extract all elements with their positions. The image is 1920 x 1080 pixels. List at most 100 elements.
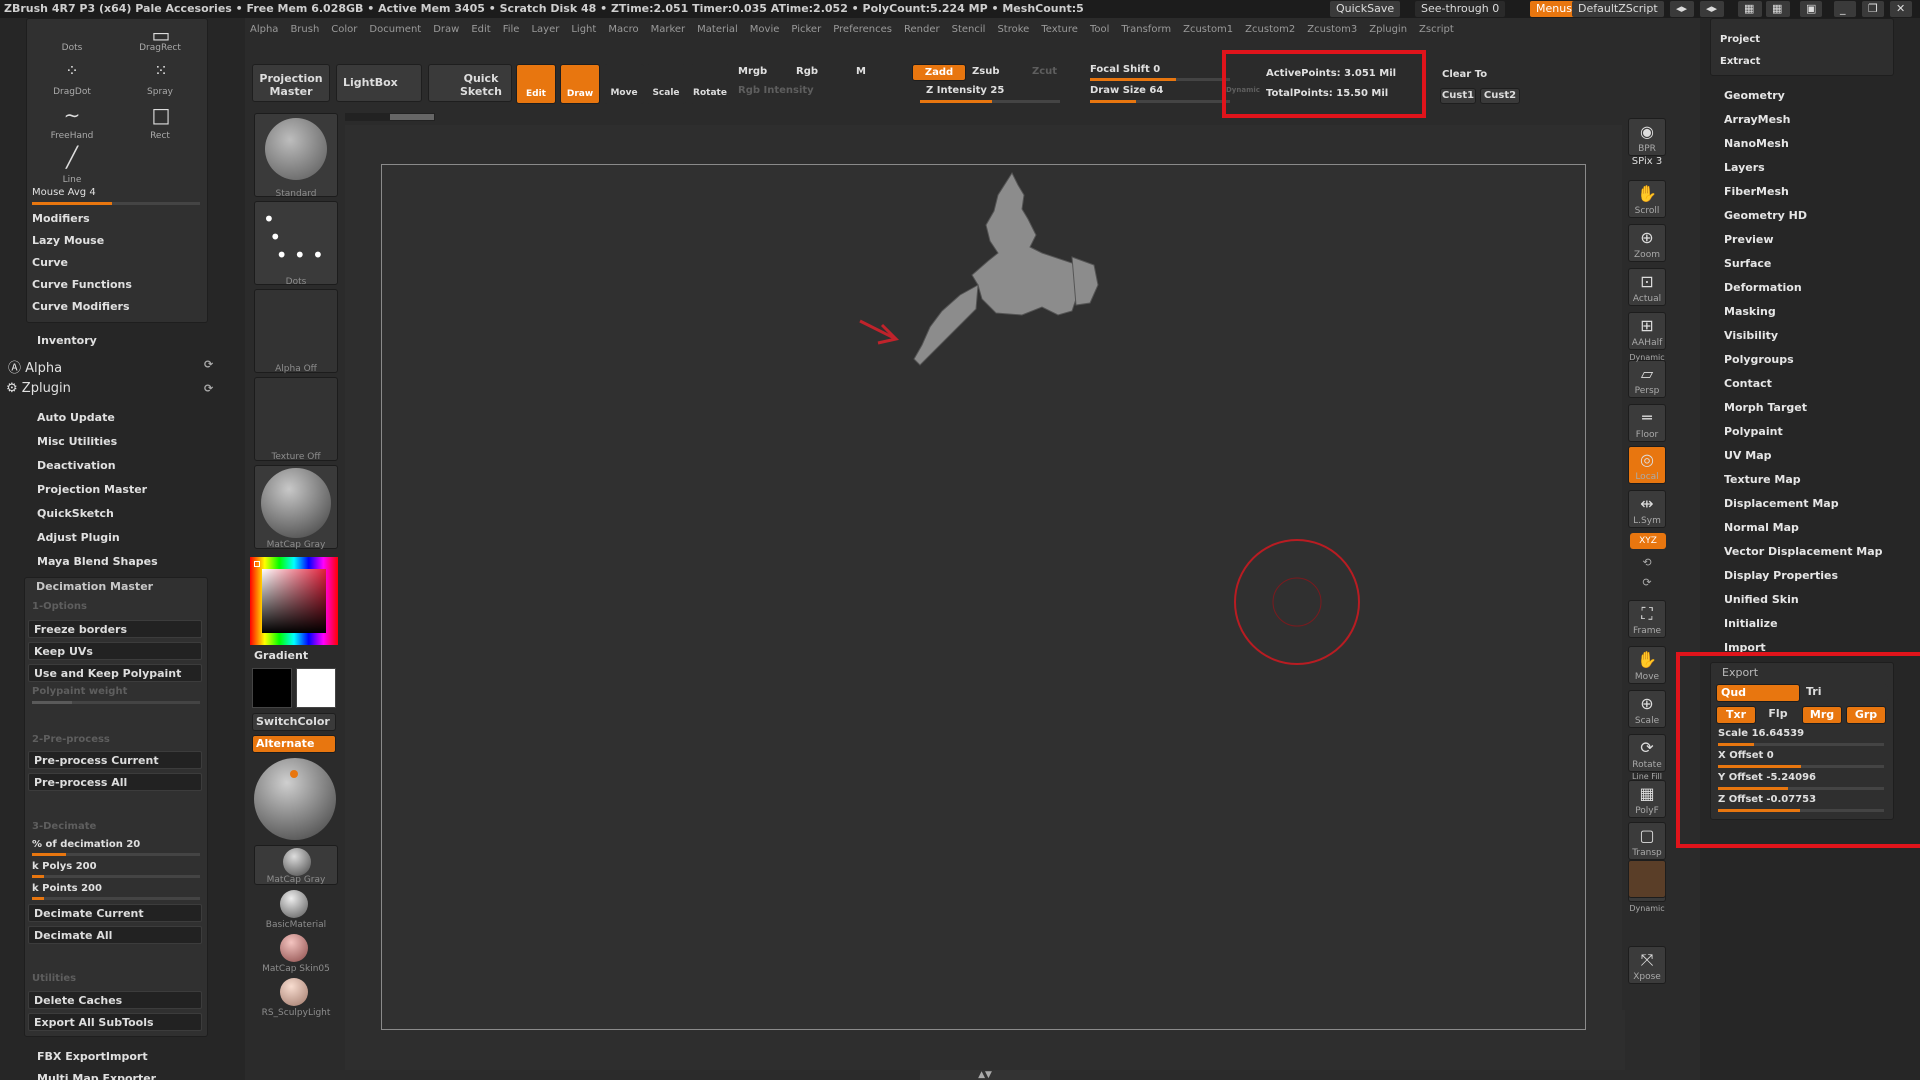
zplugin-menu[interactable]: ⚙ Zplugin (6, 381, 71, 396)
menu-picker[interactable]: Picker (791, 24, 821, 35)
menu-tool[interactable]: Tool (1090, 24, 1109, 35)
z-intensity-track[interactable] (920, 100, 1060, 103)
k-points-track[interactable] (32, 897, 200, 900)
refresh-icon[interactable]: ⟳ (204, 382, 213, 395)
bottom-tray-toggle-icon[interactable]: ▲▼ (920, 1070, 1050, 1080)
menu-zplugin[interactable]: Zplugin (1369, 24, 1407, 35)
nav-icon[interactable]: ◂▸ (1670, 1, 1694, 17)
secondary-color-swatch[interactable] (252, 668, 292, 708)
restore-icon[interactable]: ❐ (1862, 1, 1884, 17)
dots-stroke-tile[interactable]: • • • • • (254, 201, 338, 285)
focal-shift-track[interactable] (1090, 78, 1230, 81)
quick-sketch-button[interactable]: Quick Sketch (428, 64, 512, 102)
tool-top-project[interactable]: Project (1720, 34, 1760, 45)
zadd-button[interactable]: Zadd (912, 64, 966, 81)
rotate-extra-icon[interactable]: ⟳ (1628, 576, 1666, 592)
polypaint-weight-track[interactable] (32, 701, 200, 704)
menu-color[interactable]: Color (331, 24, 357, 35)
tool-menu-arraymesh[interactable]: ArrayMesh (1724, 113, 1790, 126)
stroke-item-curve-functions[interactable]: Curve Functions (32, 278, 132, 291)
menu-transform[interactable]: Transform (1121, 24, 1171, 35)
layout2-icon[interactable]: ▦ (1766, 1, 1790, 17)
tool-menu-layers[interactable]: Layers (1724, 161, 1765, 174)
draw-size-slider[interactable]: Draw Size 64 (1090, 85, 1163, 96)
decimate-current-button[interactable]: Decimate Current (28, 904, 202, 922)
zsub-button[interactable]: Zsub (972, 66, 999, 77)
tool-menu-unified-skin[interactable]: Unified Skin (1724, 593, 1799, 606)
delete-caches-button[interactable]: Delete Caches (28, 991, 202, 1009)
see-through-slider[interactable]: See-through 0 (1415, 1, 1506, 17)
mrgb-button[interactable]: Mrgb (738, 66, 767, 77)
menu-stencil[interactable]: Stencil (952, 24, 986, 35)
decimation-title[interactable]: Decimation Master (36, 580, 153, 593)
tool-menu-contact[interactable]: Contact (1724, 377, 1772, 390)
minimize-icon[interactable]: _ (1834, 1, 1856, 17)
menu-texture[interactable]: Texture (1041, 24, 1078, 35)
plugin-item-auto-update[interactable]: Auto Update (37, 411, 115, 424)
tool-menu-polygroups[interactable]: Polygroups (1724, 353, 1794, 366)
plugin-item-projection-master[interactable]: Projection Master (37, 483, 147, 496)
menu-draw[interactable]: Draw (433, 24, 459, 35)
mouse-avg-track[interactable] (32, 202, 200, 205)
tool-menu-texture-map[interactable]: Texture Map (1724, 473, 1801, 486)
xyz-toggle[interactable]: XYZ (1630, 533, 1666, 549)
skin-material-icon[interactable] (280, 934, 308, 962)
scale-button[interactable]: Scale (646, 64, 686, 104)
preprocess-current-button[interactable]: Pre-process Current (28, 751, 202, 769)
tool-top-extract[interactable]: Extract (1720, 56, 1760, 67)
stroke-item-curve[interactable]: Curve (32, 256, 68, 269)
close-icon[interactable]: ✕ (1890, 1, 1912, 17)
tool-menu-polypaint[interactable]: Polypaint (1724, 425, 1783, 438)
inventory-item[interactable]: Inventory (37, 334, 97, 347)
k-polys-slider[interactable]: k Polys 200 (32, 861, 97, 872)
menu-movie[interactable]: Movie (750, 24, 780, 35)
rgb-button[interactable]: Rgb (796, 66, 818, 77)
menu-brush[interactable]: Brush (290, 24, 319, 35)
projection-master-button[interactable]: Projection Master (252, 64, 330, 102)
m-button[interactable]: M (856, 66, 866, 77)
draw-button[interactable]: Draw (560, 64, 600, 104)
spix-slider[interactable]: SPix 3 (1618, 156, 1676, 167)
menus-button[interactable]: Menus (1530, 1, 1578, 17)
zcut-button[interactable]: Zcut (1032, 66, 1057, 77)
tool-menu-preview[interactable]: Preview (1724, 233, 1774, 246)
stroke-item-curve-modifiers[interactable]: Curve Modifiers (32, 300, 130, 313)
tool-menu-display-properties[interactable]: Display Properties (1724, 569, 1838, 582)
percent-decimation-slider[interactable]: % of decimation 20 (32, 839, 140, 850)
use-polypaint-toggle[interactable]: Use and Keep Polypaint (28, 664, 202, 682)
menu-alpha[interactable]: Alpha (250, 24, 278, 35)
k-points-slider[interactable]: k Points 200 (32, 883, 102, 894)
clear-to-button[interactable]: Clear To (1442, 69, 1487, 80)
preprocess-all-button[interactable]: Pre-process All (28, 773, 202, 791)
standard-brush-tile[interactable] (254, 113, 338, 197)
focal-shift-slider[interactable]: Focal Shift 0 (1090, 64, 1160, 75)
lock-icon[interactable]: ▣ (1800, 1, 1822, 17)
cust2-button[interactable]: Cust2 (1480, 88, 1520, 104)
refresh-icon[interactable]: ⟳ (204, 358, 213, 371)
decimate-all-button[interactable]: Decimate All (28, 926, 202, 944)
default-zscript-button[interactable]: DefaultZScript (1572, 1, 1664, 17)
rotate-button[interactable]: Rotate (690, 64, 730, 104)
menu-preferences[interactable]: Preferences (833, 24, 892, 35)
menu-document[interactable]: Document (369, 24, 421, 35)
menu-edit[interactable]: Edit (471, 24, 490, 35)
alternate-button[interactable]: Alternate (252, 735, 336, 753)
cust1-button[interactable]: Cust1 (1440, 88, 1476, 104)
menu-light[interactable]: Light (571, 24, 596, 35)
lsym-extra-icon[interactable]: ⟲ (1628, 556, 1666, 572)
line-stroke-icon[interactable]: ╱ (54, 142, 90, 178)
multi-map-exporter-item[interactable]: Multi Map Exporter (37, 1072, 156, 1080)
material-sphere-preview[interactable] (254, 758, 336, 840)
menu-file[interactable]: File (503, 24, 520, 35)
tool-menu-normal-map[interactable]: Normal Map (1724, 521, 1799, 534)
stroke-item-lazy-mouse[interactable]: Lazy Mouse (32, 234, 104, 247)
menu-zcustom1[interactable]: Zcustom1 (1183, 24, 1233, 35)
draw-size-track[interactable] (1090, 100, 1230, 103)
texture-off-tile[interactable] (254, 377, 338, 461)
z-intensity-slider[interactable]: Z Intensity 25 (926, 85, 1004, 96)
stroke-item-modifiers[interactable]: Modifiers (32, 212, 90, 225)
polyf-color-button[interactable] (1628, 860, 1666, 898)
freeze-borders-toggle[interactable]: Freeze borders (28, 620, 202, 638)
layout-icon[interactable]: ▦ (1738, 1, 1762, 17)
menu-macro[interactable]: Macro (608, 24, 638, 35)
